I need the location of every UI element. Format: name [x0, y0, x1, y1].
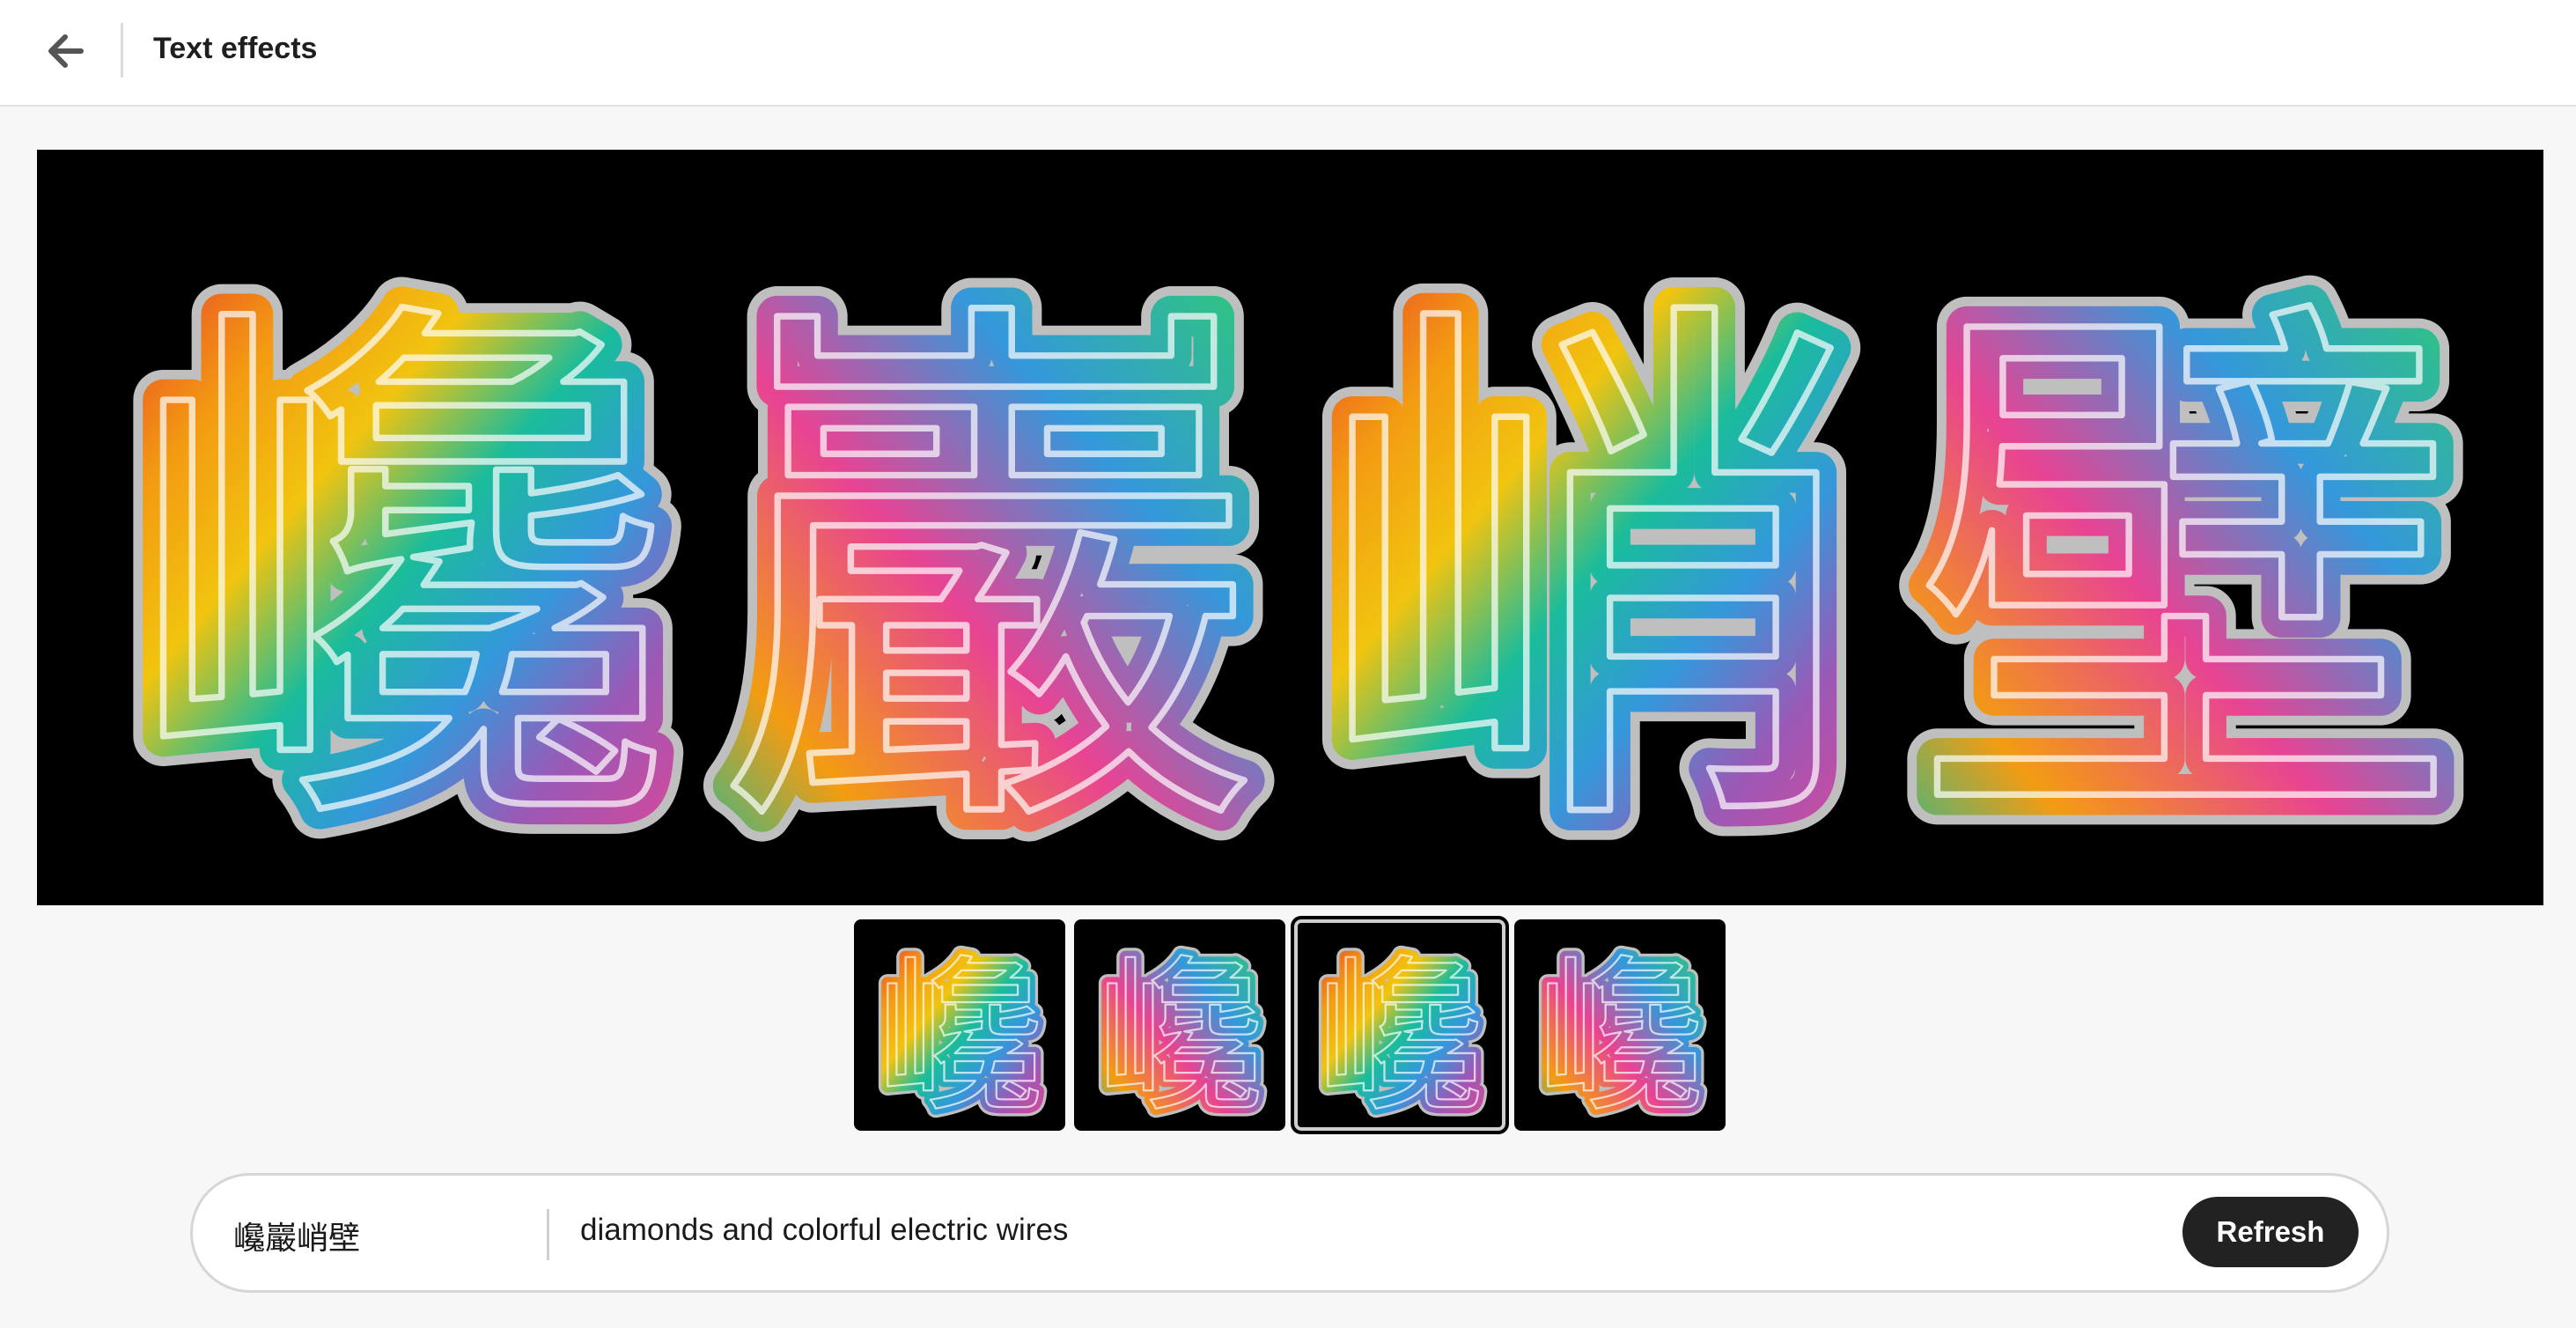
style-prompt-input[interactable]: diamonds and colorful electric wires [580, 1213, 1068, 1248]
effect-character: 巉 [1096, 941, 1263, 1131]
variation-thumbnail[interactable]: 巉巉巉 [1074, 919, 1285, 1131]
effect-character: 巖 [715, 261, 1261, 896]
prompt-divider [547, 1209, 549, 1260]
variation-thumbnail[interactable]: 巉巉巉 [854, 919, 1065, 1131]
top-bar: Text effects [0, 0, 2576, 107]
thumbnail-preview: 巉巉巉 [1307, 932, 1493, 1131]
effect-character: 峭 [1314, 261, 1859, 896]
prompt-bar: 巉巖峭壁 diamonds and colorful electric wire… [190, 1173, 2389, 1293]
effect-character: 巉 [876, 941, 1043, 1131]
page-title: Text effects [153, 32, 318, 65]
effect-character: 巉 [125, 261, 671, 896]
thumbnail-preview: 巉巉巉 [1087, 932, 1273, 1131]
thumbnail-preview: 巉巉巉 [867, 932, 1053, 1131]
text-input[interactable]: 巉巖峭壁 [233, 1213, 360, 1258]
header-divider [121, 23, 123, 77]
effect-character: 壁 [1912, 261, 2458, 896]
back-button[interactable] [40, 26, 90, 76]
variation-thumbnail[interactable]: 巉巉巉 [1514, 919, 1726, 1131]
refresh-button[interactable]: Refresh [2182, 1197, 2359, 1267]
preview-canvas: 巉巉巉 巖巖巖 峭峭峭 壁壁壁 [95, 231, 2488, 905]
thumbnail-preview: 巉巉巉 [1527, 932, 1713, 1131]
effect-character: 巉 [1536, 941, 1704, 1131]
text-effect-preview: 巉巉巉巖巖巖峭峭峭壁壁壁 [37, 150, 2543, 905]
variation-thumbnail[interactable]: 巉巉巉 [1291, 916, 1509, 1134]
effect-character: 巉 [1316, 941, 1483, 1131]
arrow-left-icon [48, 34, 84, 68]
